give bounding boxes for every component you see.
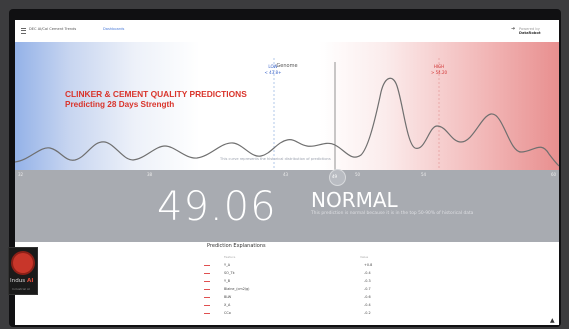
feature-column-header: Feature xyxy=(224,255,236,259)
hat-icon[interactable]: ▲ xyxy=(550,317,555,324)
center-marker-label: Genome xyxy=(276,63,297,69)
menu-icon[interactable] xyxy=(21,28,26,34)
impact-bar xyxy=(204,281,210,282)
feature-impact: -0.3 xyxy=(364,279,371,283)
feature-name: CCo xyxy=(224,311,231,315)
feature-impact: -0.4 xyxy=(364,271,371,275)
high-marker-label: HIGH xyxy=(434,64,444,69)
feature-impact: -0.4 xyxy=(364,303,371,307)
axis-tick: 38 xyxy=(147,172,153,177)
axis-tick: 32 xyxy=(18,172,24,177)
explanation-row[interactable]: CCo -0.2 xyxy=(201,311,381,317)
feature-name: Blaine_(cm2/g) xyxy=(224,287,250,291)
impact-bar xyxy=(204,289,210,290)
high-marker-value: > 54.20 xyxy=(431,70,448,75)
dashboard-heading: CLINKER & CEMENT QUALITY PREDICTIONS xyxy=(65,89,247,99)
powered-by: Powered by DataRobot xyxy=(519,27,541,35)
explanation-row[interactable]: Blaine_(cm2/g) -0.7 xyxy=(201,287,381,293)
axis-tick: 43 xyxy=(283,172,289,177)
feature-name: BLW xyxy=(224,295,232,299)
prediction-marker-label: 49 xyxy=(332,174,338,179)
feature-impact: -0.2 xyxy=(364,311,371,315)
value-column-header: Value xyxy=(360,255,369,259)
top-bar: DEC AI/Cal Cement Trends Dashboards ➜ Po… xyxy=(15,20,559,43)
axis-tick: 50 xyxy=(355,172,361,177)
sun-icon xyxy=(13,253,33,273)
axis-tick: 54 xyxy=(421,172,427,177)
explanation-row[interactable]: X_A -0.4 xyxy=(201,303,381,309)
impact-bar xyxy=(204,313,210,314)
low-marker-value: < 43.8+ xyxy=(265,70,282,75)
prediction-description: This prediction is normal because it is … xyxy=(311,211,474,216)
feature-name: Y_A xyxy=(224,263,231,267)
explanation-row[interactable]: Y_A +0.8 xyxy=(201,263,381,269)
feature-impact: -0.6 xyxy=(364,295,371,299)
chart-caption: This curve represents the historical dis… xyxy=(220,157,331,161)
prediction-result-panel xyxy=(15,180,559,242)
indus-ai-logo: Indus AI Industrial AI xyxy=(8,247,38,295)
app-title: DEC AI/Cal Cement Trends xyxy=(29,27,77,31)
feature-name: Y_B xyxy=(224,279,231,283)
logo-tagline: Industrial AI xyxy=(12,287,30,291)
impact-bar xyxy=(204,297,210,298)
explanation-row[interactable]: Y_B -0.3 xyxy=(201,279,381,285)
dashboard-screen: DEC AI/Cal Cement Trends Dashboards ➜ Po… xyxy=(15,20,559,325)
impact-bar xyxy=(204,273,210,274)
feature-impact: +0.8 xyxy=(364,263,373,267)
axis-tick: 60 xyxy=(551,172,557,177)
feature-impact: -0.7 xyxy=(364,287,371,291)
impact-bar xyxy=(204,305,210,306)
impact-bar xyxy=(204,265,210,266)
prediction-value: 49.06 xyxy=(157,184,277,230)
explanation-row[interactable]: BLW -0.6 xyxy=(201,295,381,301)
dashboard-subheading: Predicting 28 Days Strength xyxy=(65,100,175,109)
share-icon[interactable]: ➜ xyxy=(511,26,515,32)
dashboards-link[interactable]: Dashboards xyxy=(103,27,124,31)
feature-name: SO_Tk xyxy=(224,271,235,275)
explanations-title: Prediction Explanations xyxy=(207,243,266,249)
explanation-row[interactable]: SO_Tk -0.4 xyxy=(201,271,381,277)
prediction-status: NORMAL xyxy=(311,188,398,212)
logo-wordmark: Indus AI xyxy=(10,278,34,284)
feature-name: X_A xyxy=(224,303,231,307)
